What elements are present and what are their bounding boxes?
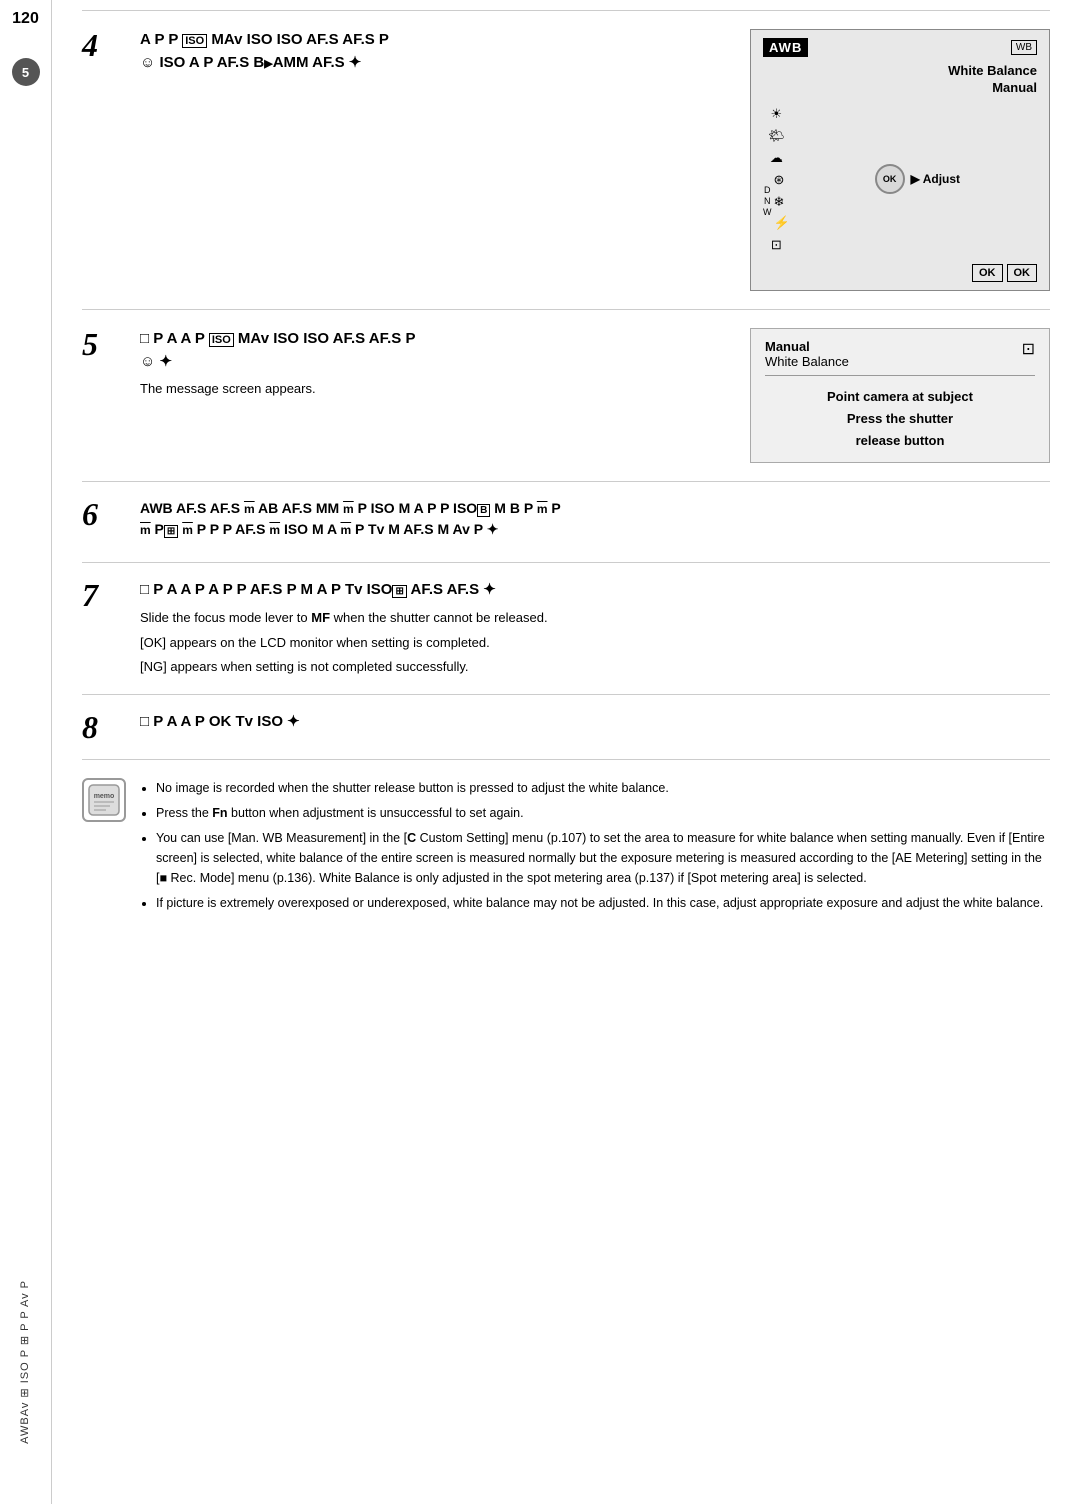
step-6-content: AWB AF.S AF.S m AB AF.S MM m P ISO M A P…	[140, 498, 1050, 546]
step-8-content: □ P A A P OK Tv ISO ✦	[140, 711, 1050, 740]
manual-wb-line3: release button	[765, 430, 1035, 452]
wb-icon-tungsten: ⊛	[774, 171, 790, 189]
memo-item-1: No image is recorded when the shutter re…	[156, 778, 1050, 798]
camera-ui-box: AWB WB White Balance Manual ☀ 🌤	[750, 29, 1050, 291]
step-6-title: AWB AF.S AF.S m AB AF.S MM m P ISO M A P…	[140, 498, 1050, 540]
memo-icon: memo	[82, 778, 126, 822]
manual-wb-box: Manual White Balance ⊡ Point camera at s…	[750, 328, 1050, 463]
main-content: 4 A P P ISO MAv ISO ISO AF.S AF.S P ☺ IS…	[52, 0, 1080, 958]
step-6-number: 6	[82, 498, 120, 530]
wb-icons-col: ☀ 🌤 ☁ DNW ⊛ ❄ ⚡ ⊡	[763, 105, 790, 254]
step-8-number: 8	[82, 711, 120, 743]
manual-wb-titles: Manual White Balance	[765, 339, 849, 369]
wb-icon-cloud-sun: 🌤	[768, 127, 785, 145]
manual-wb-line1: Point camera at subject	[765, 386, 1035, 408]
manual-wb-body: Point camera at subject Press the shutte…	[765, 386, 1035, 452]
ok-button-circle[interactable]: OK	[875, 164, 905, 194]
sidebar: 120 5 AWBAv ⊞ ISO P ⊞ P P Av P	[0, 0, 52, 1504]
svg-text:memo: memo	[94, 793, 115, 800]
step-4-title: A P P ISO MAv ISO ISO AF.S AF.S P ☺ ISO …	[140, 29, 730, 74]
wb-icon-custom: ⊡	[771, 236, 782, 254]
memo-item-2: Press the Fn button when adjustment is u…	[156, 803, 1050, 823]
step-7-body-line1: Slide the focus mode lever to MF when th…	[140, 608, 1050, 629]
step-7-content: □ P A A P A P P AF.S P M A P Tv ISO⊞ AF.…	[140, 579, 1050, 678]
manual-wb-icon: ⊡	[1022, 339, 1035, 359]
wb-icon-fluorescent: ❄	[774, 193, 790, 211]
step-5-number: 5	[82, 328, 120, 360]
step-4-camera-ui: AWB WB White Balance Manual ☀ 🌤	[750, 29, 1050, 291]
step-5-manual-wb: Manual White Balance ⊡ Point camera at s…	[750, 328, 1050, 463]
step-6-row: 6 AWB AF.S AF.S m AB AF.S MM m P ISO M A…	[82, 481, 1050, 562]
step-5-row: 5 □ P A A P ISO MAv ISO ISO AF.S AF.S P …	[82, 309, 1050, 481]
ok-btn-1[interactable]: OK	[972, 264, 1003, 282]
step-8-row: 8 □ P A A P OK Tv ISO ✦	[82, 694, 1050, 759]
memo-list: No image is recorded when the shutter re…	[156, 778, 1050, 913]
step-7-number: 7	[82, 579, 120, 611]
step-5-content: □ P A A P ISO MAv ISO ISO AF.S AF.S P ☺ …	[140, 328, 730, 400]
camera-ui-body: ☀ 🌤 ☁ DNW ⊛ ❄ ⚡ ⊡	[763, 101, 1037, 258]
rec-bold: ■	[159, 871, 167, 885]
step-7-body: Slide the focus mode lever to MF when th…	[140, 608, 1050, 678]
sidebar-circle: 5	[12, 58, 40, 86]
page-number: 120	[12, 0, 39, 38]
step-7-body-line3: [NG] appears when setting is not complet…	[140, 657, 1050, 678]
step-4-content: A P P ISO MAv ISO ISO AF.S AF.S P ☺ ISO …	[140, 29, 730, 80]
manual-wb-header: Manual White Balance ⊡	[765, 339, 1035, 376]
memo-svg-icon: memo	[86, 782, 122, 818]
step-7-row: 7 □ P A A P A P P AF.S P M A P Tv ISO⊞ A…	[82, 562, 1050, 694]
dnw-label: DNW	[763, 185, 772, 217]
memo-item-3: You can use [Man. WB Measurement] in the…	[156, 828, 1050, 888]
camera-ui-header: AWB WB	[763, 38, 1037, 57]
fn-bold: Fn	[212, 806, 227, 820]
mf-bold: MF	[311, 610, 330, 625]
step-5-title: □ P A A P ISO MAv ISO ISO AF.S AF.S P ☺ …	[140, 328, 730, 373]
manual-wb-line2: Press the shutter	[765, 408, 1035, 430]
camera-ui-footer: OK OK	[763, 264, 1037, 282]
memo-section: memo No image is recorded when the shutt…	[82, 759, 1050, 928]
c-bold: C	[407, 831, 416, 845]
step-7-title: □ P A A P A P P AF.S P M A P Tv ISO⊞ AF.…	[140, 579, 1050, 602]
ok-btn-2[interactable]: OK	[1007, 264, 1038, 282]
memo-content: No image is recorded when the shutter re…	[140, 778, 1050, 918]
step-4-number: 4	[82, 29, 120, 61]
adjust-label: ▶ Adjust	[911, 172, 960, 186]
wb-icon-flash: ⚡	[774, 214, 790, 232]
wb-icon-cloud: ☁	[770, 149, 783, 167]
step-8-title: □ P A A P OK Tv ISO ✦	[140, 711, 1050, 734]
step-7-body-line2: [OK] appears on the LCD monitor when set…	[140, 633, 1050, 654]
sidebar-text: AWBAv ⊞ ISO P ⊞ P P Av P	[18, 1280, 32, 1444]
manual-title-line2: White Balance	[765, 354, 849, 369]
wb-badge: WB	[1011, 40, 1037, 55]
awb-badge: AWB	[763, 38, 808, 57]
memo-item-4: If picture is extremely overexposed or u…	[156, 893, 1050, 913]
wb-icon-sun: ☀	[771, 105, 783, 123]
step-5-body: The message screen appears.	[140, 379, 730, 400]
ok-circle-label: OK	[883, 174, 897, 184]
step-4-row: 4 A P P ISO MAv ISO ISO AF.S AF.S P ☺ IS…	[82, 10, 1050, 309]
manual-title-line1: Manual	[765, 339, 849, 354]
wb-title: White Balance Manual	[948, 63, 1037, 97]
